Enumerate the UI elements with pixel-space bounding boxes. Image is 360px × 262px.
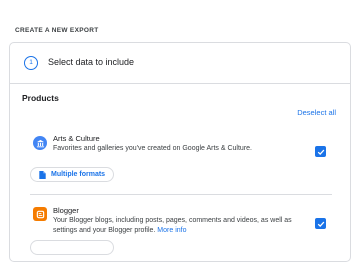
product-divider [30, 194, 332, 195]
arts-culture-icon [33, 136, 47, 150]
file-icon [39, 170, 46, 179]
checkmark-icon [317, 221, 324, 227]
step-number-badge: 1 [24, 56, 38, 70]
page-title: CREATE A NEW EXPORT [15, 27, 99, 34]
more-info-link[interactable]: More info [157, 227, 186, 234]
blogger-icon [33, 207, 47, 221]
multiple-formats-label: Multiple formats [51, 171, 106, 178]
product-name-blogger: Blogger [53, 206, 79, 215]
deselect-all-link[interactable]: Deselect all [297, 108, 336, 117]
product-name-arts-culture: Arts & Culture [53, 134, 100, 143]
step-title: Select data to include [48, 57, 135, 67]
step-header[interactable]: 1 Select data to include [10, 43, 350, 84]
checkmark-icon [317, 149, 324, 155]
product-description-arts-culture: Favorites and galleries you've created o… [53, 145, 252, 152]
blogger-format-button[interactable] [30, 240, 114, 255]
products-heading: Products [22, 93, 59, 103]
multiple-formats-button[interactable]: Multiple formats [30, 167, 114, 182]
arts-culture-checkbox[interactable] [315, 146, 326, 157]
product-description-blogger: Your Blogger blogs, including posts, pag… [53, 217, 292, 234]
blogger-checkbox[interactable] [315, 218, 326, 229]
